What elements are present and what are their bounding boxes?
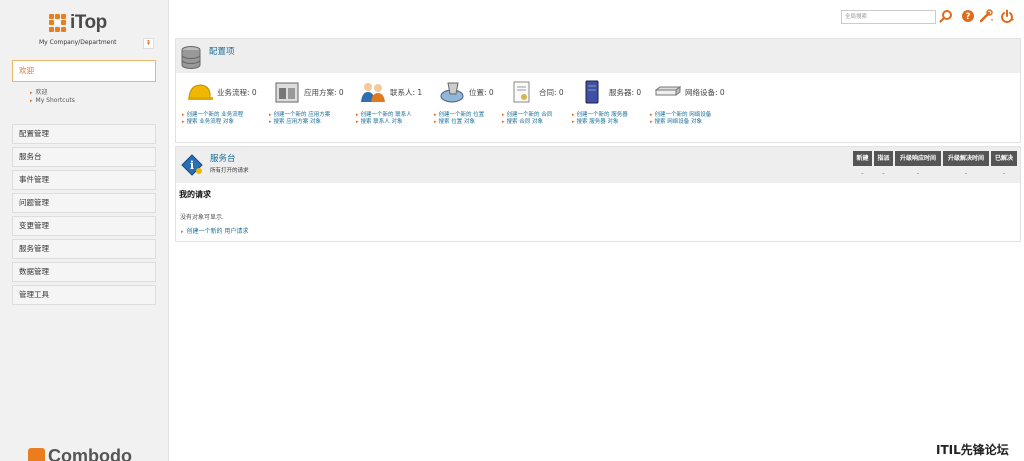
- helpdesk-panel-title: 服务台: [210, 154, 236, 164]
- application-icon: [275, 82, 299, 103]
- kpi-assigned-value: -: [882, 170, 885, 177]
- tools-icon[interactable]: [979, 9, 993, 23]
- logoff-icon[interactable]: [1000, 9, 1014, 23]
- create-server-link[interactable]: 创建一个新的 服务器: [572, 112, 628, 119]
- ci-contract[interactable]: 合同: 0: [509, 80, 564, 104]
- menu-group-data[interactable]: 数据管理: [12, 262, 156, 282]
- ci-contact[interactable]: 联系人: 1: [360, 80, 422, 104]
- ci-application-links: 创建一个新的 应用方案 搜索 应用方案 对象: [269, 112, 331, 126]
- ci-application-label: 应用方案: 0: [304, 87, 344, 97]
- ci-contract-label: 合同: 0: [539, 87, 564, 97]
- menu-group-incident[interactable]: 事件管理: [12, 170, 156, 190]
- ci-location-links: 创建一个新的 位置 搜索 位置 对象: [434, 112, 485, 126]
- kpi-new-header[interactable]: 新建: [853, 151, 872, 166]
- menu-group-config[interactable]: 配置管理: [12, 124, 156, 144]
- organization-label: My Company/Department: [39, 39, 117, 46]
- sidebar: iTop My Company/Department ⇞ 欢迎 欢迎 My Sh…: [0, 0, 169, 461]
- menu-group-problem[interactable]: 问题管理: [12, 193, 156, 213]
- pin-icon[interactable]: ⇞: [143, 38, 154, 49]
- search-icon[interactable]: [939, 9, 953, 23]
- ci-business-process-links: 创建一个新的 业务流程 搜索 业务流程 对象: [182, 112, 244, 126]
- ci-location[interactable]: 位置: 0: [439, 80, 494, 104]
- welcome-submenu: 欢迎 My Shortcuts: [30, 89, 75, 105]
- menu-group-service[interactable]: 服务管理: [12, 239, 156, 259]
- ci-contact-label: 联系人: 1: [390, 87, 423, 97]
- ci-server[interactable]: 服务器: 0: [579, 80, 641, 104]
- itop-logo[interactable]: iTop: [49, 12, 107, 34]
- create-contract-link[interactable]: 创建一个新的 合同: [502, 112, 553, 119]
- kpi-escalated-tto-value: -: [916, 170, 920, 177]
- menu-group-change[interactable]: 变更管理: [12, 216, 156, 236]
- kpi-new-value: -: [861, 170, 864, 177]
- create-location-link[interactable]: 创建一个新的 位置: [434, 112, 485, 119]
- logo-text: iTop: [70, 12, 107, 33]
- contacts-icon: [361, 83, 385, 102]
- create-contact-link[interactable]: 创建一个新的 联系人: [356, 112, 412, 119]
- app-root: iTop My Company/Department ⇞ 欢迎 欢迎 My Sh…: [0, 0, 1024, 461]
- helmet-icon: [188, 84, 213, 100]
- create-user-request-link[interactable]: 创建一个新的 用户请求: [181, 226, 249, 235]
- ci-server-links: 创建一个新的 服务器 搜索 服务器 对象: [572, 112, 628, 126]
- menu-group-helpdesk[interactable]: 服务台: [12, 147, 156, 167]
- menu-group-admin[interactable]: 管理工具: [12, 285, 156, 305]
- search-location-link[interactable]: 搜索 位置 对象: [434, 119, 484, 126]
- help-icon[interactable]: ?: [961, 9, 975, 23]
- create-application-link[interactable]: 创建一个新的 应用方案: [269, 112, 331, 119]
- combodo-text: Combodo: [48, 446, 132, 461]
- ci-business-process-label: 业务流程: 0: [217, 87, 257, 97]
- info-icon: i: [181, 154, 203, 176]
- kpi-escalated-tto-header[interactable]: 升级响应时间: [895, 151, 941, 166]
- helpdesk-panel-subtitle: 所有打开的请求: [210, 168, 249, 174]
- ci-business-process[interactable]: 业务流程: 0: [187, 80, 257, 104]
- ci-network-device[interactable]: 网络设备: 0: [655, 80, 725, 104]
- ci-location-label: 位置: 0: [469, 87, 494, 97]
- empty-message: 没有对象可显示.: [180, 214, 224, 221]
- ci-server-label: 服务器: 0: [609, 87, 642, 97]
- create-network-device-link[interactable]: 创建一个新的 网络设备: [650, 112, 712, 119]
- location-icon: [440, 82, 464, 103]
- my-requests-title: 我的请求: [179, 190, 211, 199]
- search-application-link[interactable]: 搜索 应用方案 对象: [269, 119, 330, 126]
- kpi-assigned-header[interactable]: 指派: [874, 151, 893, 166]
- ci-network-device-links: 创建一个新的 网络设备 搜索 网络设备 对象: [650, 112, 712, 126]
- combodo-icon: [28, 448, 45, 461]
- contract-icon: [513, 81, 530, 103]
- config-panel-title: 配置项: [209, 47, 235, 57]
- search-contact-link[interactable]: 搜索 联系人 对象: [356, 119, 412, 126]
- svg-text:?: ?: [965, 12, 970, 22]
- helpdesk-panel-header: i 服务台 所有打开的请求: [176, 147, 1020, 183]
- search-input[interactable]: 全局搜索: [841, 10, 936, 24]
- kpi-escalated-ttr-value: -: [964, 170, 968, 177]
- kpi-resolved-header[interactable]: 已解决: [991, 151, 1017, 166]
- menu-group-welcome[interactable]: 欢迎: [12, 60, 156, 82]
- search-contract-link[interactable]: 搜索 合同 对象: [502, 119, 552, 126]
- database-icon: [181, 46, 201, 69]
- ci-contract-links: 创建一个新的 合同 搜索 合同 对象: [502, 112, 553, 126]
- search-business-process-link[interactable]: 搜索 业务流程 对象: [182, 119, 243, 126]
- server-icon: [585, 80, 599, 104]
- submenu-item-shortcuts[interactable]: My Shortcuts: [30, 97, 75, 105]
- logo-icon: [49, 13, 68, 33]
- network-device-icon: [655, 86, 681, 96]
- config-panel-header: 配置项: [176, 39, 1020, 73]
- submenu-item-welcome[interactable]: 欢迎: [30, 89, 75, 97]
- ci-network-device-label: 网络设备: 0: [685, 87, 725, 97]
- search-server-link[interactable]: 搜索 服务器 对象: [572, 119, 628, 126]
- combodo-logo: Combodo: [28, 446, 132, 461]
- top-bar: 全局搜索 ?: [169, 0, 1024, 32]
- svg-text:i: i: [190, 159, 194, 172]
- ci-application[interactable]: 应用方案: 0: [274, 80, 344, 104]
- kpi-resolved-value: -: [1002, 170, 1006, 177]
- search-network-device-link[interactable]: 搜索 网络设备 对象: [650, 119, 711, 126]
- kpi-escalated-ttr-header[interactable]: 升级解决时间: [943, 151, 989, 166]
- forum-watermark: ITIL先锋论坛: [936, 443, 1009, 457]
- create-business-process-link[interactable]: 创建一个新的 业务流程: [182, 112, 244, 119]
- ci-contact-links: 创建一个新的 联系人 搜索 联系人 对象: [356, 112, 412, 126]
